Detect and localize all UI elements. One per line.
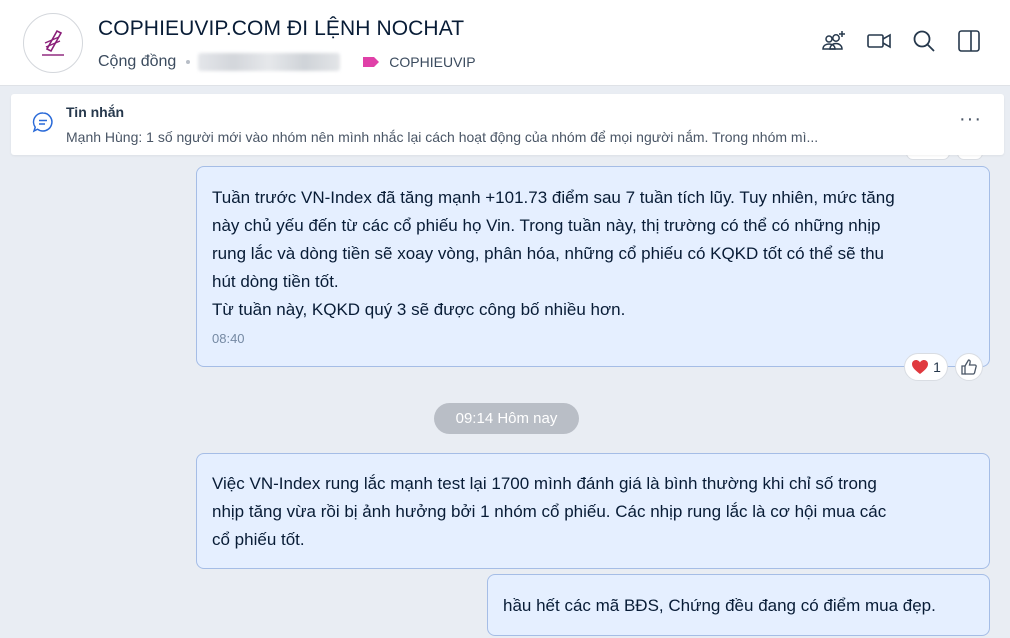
message-line: nhịp tăng vừa rồi bị ảnh hưởng bởi 1 nhó…: [212, 502, 887, 521]
message-line: Tuần trước VN-Index đã tăng mạnh +101.73…: [212, 188, 895, 207]
message-bubble[interactable]: Tuần trước VN-Index đã tăng mạnh +101.73…: [196, 166, 990, 367]
group-avatar[interactable]: [23, 13, 83, 73]
message-line: cổ phiếu tốt.: [212, 530, 305, 549]
header-actions: [821, 28, 982, 54]
date-separator: 09:14 Hôm nay: [434, 403, 579, 434]
chat-header: COPHIEUVIP.COM ĐI LỆNH NOCHAT Cộng đồng …: [0, 0, 1010, 86]
add-member-icon[interactable]: [821, 28, 847, 54]
toggle-panel-icon[interactable]: [956, 28, 982, 54]
message-icon: [32, 111, 54, 138]
group-title: COPHIEUVIP.COM ĐI LỆNH NOCHAT: [98, 17, 465, 40]
message-bubble[interactable]: hầu hết các mã BĐS, Chứng đều đang có đi…: [487, 574, 990, 636]
pinned-text: Mạnh Hùng: 1 số người mới vào nhóm nên m…: [66, 129, 819, 145]
message-bubble[interactable]: Việc VN-Index rung lắc mạnh test lại 170…: [196, 453, 990, 569]
cophieuvip-logo: [42, 29, 64, 56]
thumbs-up-icon: [961, 359, 977, 375]
tag-icon: [363, 57, 380, 67]
group-tag[interactable]: COPHIEUVIP: [362, 54, 476, 70]
message-line: này chủ yếu đến từ các cổ phiếu họ Vin. …: [212, 216, 881, 235]
search-icon[interactable]: [911, 28, 937, 54]
pinned-message-bar[interactable]: Tin nhắn Mạnh Hùng: 1 số người mới vào n…: [11, 94, 1004, 155]
group-tag-label: COPHIEUVIP: [389, 54, 476, 70]
heart-icon: [912, 360, 929, 374]
heart-reaction[interactable]: 1: [904, 353, 948, 381]
message-line: rung lắc và dòng tiền sẽ xoay vòng, phân…: [212, 244, 884, 263]
like-button[interactable]: [955, 353, 983, 381]
separator-dot: [186, 60, 191, 64]
video-call-icon[interactable]: [866, 28, 892, 54]
message-line: Việc VN-Index rung lắc mạnh test lại 170…: [212, 474, 877, 493]
group-subline: Cộng đồng COPHIEUVIP: [98, 51, 476, 73]
blurred-member-count: [198, 53, 341, 71]
message-line: hầu hết các mã BĐS, Chứng đều đang có đi…: [503, 596, 936, 615]
message-line: hút dòng tiền tốt.: [212, 272, 339, 291]
group-type-label: Cộng đồng: [98, 53, 177, 70]
more-options-icon[interactable]: ···: [959, 108, 982, 131]
message-line: Từ tuần này, KQKD quý 3 sẽ được công bố …: [212, 300, 626, 319]
pinned-title: Tin nhắn: [66, 104, 125, 120]
reaction-count: 1: [933, 359, 941, 375]
message-time: 08:40: [212, 331, 245, 346]
